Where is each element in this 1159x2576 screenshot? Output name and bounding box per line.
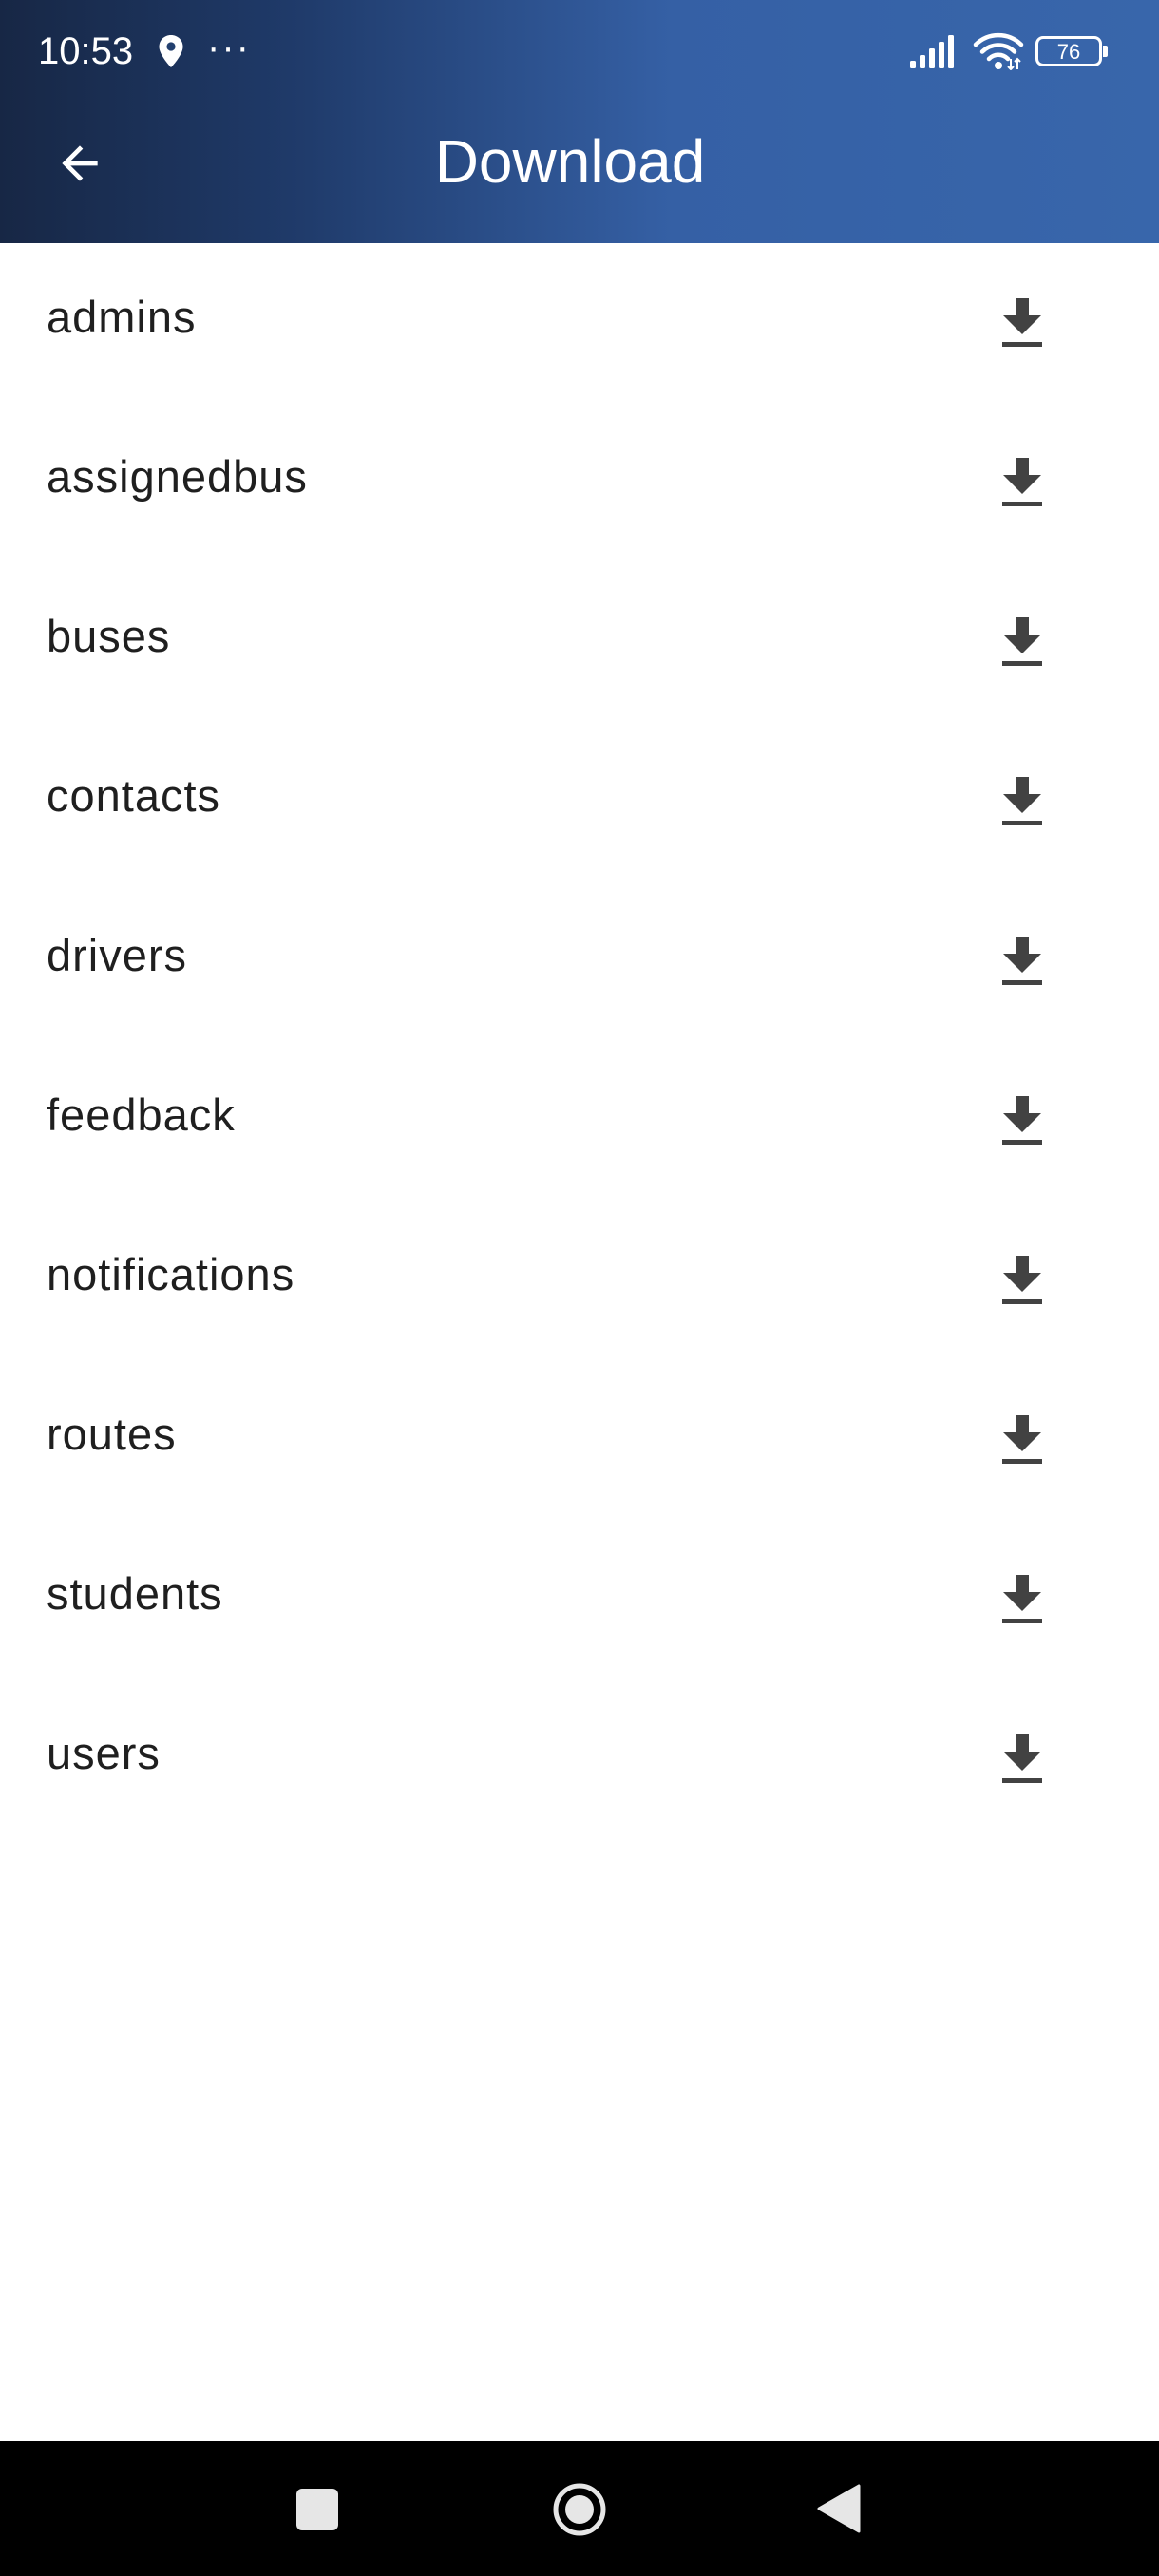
page-title: Download [434, 127, 706, 196]
download-button[interactable] [984, 1400, 1060, 1480]
download-icon [1002, 1415, 1042, 1464]
list-item-label: notifications [47, 1249, 295, 1299]
download-button[interactable] [984, 283, 1060, 363]
home-icon[interactable] [551, 2481, 608, 2538]
status-time: 10:53 [38, 30, 134, 72]
download-icon [1002, 617, 1042, 666]
recents-icon[interactable] [296, 2489, 338, 2530]
list-item-label: drivers [47, 930, 188, 980]
list-item-assignedbus[interactable]: assignedbus [0, 403, 1159, 562]
download-icon [1002, 1256, 1042, 1304]
download-button[interactable] [984, 1719, 1060, 1799]
download-button[interactable] [984, 921, 1060, 1001]
download-button[interactable] [984, 1081, 1060, 1161]
list-item-drivers[interactable]: drivers [0, 881, 1159, 1041]
download-icon [1002, 298, 1042, 347]
download-button[interactable] [984, 443, 1060, 522]
download-icon [1002, 1734, 1042, 1783]
system-nav-bar [0, 2441, 1159, 2576]
back-button[interactable] [40, 123, 120, 203]
download-icon [1002, 777, 1042, 825]
list-item-users[interactable]: users [0, 1679, 1159, 1839]
list-item-contacts[interactable]: contacts [0, 722, 1159, 881]
collection-list: admins assignedbus buses contacts drivers fee… [0, 243, 1159, 1839]
list-item-admins[interactable]: admins [0, 243, 1159, 403]
list-item-routes[interactable]: routes [0, 1360, 1159, 1520]
download-button[interactable] [984, 1241, 1060, 1320]
battery-level: 76 [1036, 36, 1102, 66]
list-item-label: admins [47, 292, 197, 342]
list-item-label: assignedbus [47, 451, 308, 502]
wifi-icon [973, 32, 1024, 71]
list-item-buses[interactable]: buses [0, 562, 1159, 722]
list-item-label: students [47, 1568, 223, 1619]
download-icon [1002, 1575, 1042, 1623]
battery-icon: 76 [1036, 34, 1110, 70]
list-item-label: buses [47, 611, 171, 661]
download-button[interactable] [984, 762, 1060, 842]
list-item-label: users [47, 1728, 161, 1778]
list-item-feedback[interactable]: feedback [0, 1041, 1159, 1201]
list-item-students[interactable]: students [0, 1520, 1159, 1679]
battery-tip [1103, 46, 1108, 57]
download-button[interactable] [984, 602, 1060, 682]
app-header: 10:53 ··· 76 Download [0, 0, 1159, 243]
signal-icon [910, 34, 961, 68]
download-button[interactable] [984, 1560, 1060, 1639]
download-icon [1002, 1096, 1042, 1145]
list-item-notifications[interactable]: notifications [0, 1201, 1159, 1360]
arrow-left-icon [62, 145, 98, 181]
list-item-label: contacts [47, 770, 221, 821]
list-item-label: feedback [47, 1089, 236, 1140]
more-notifications-icon: ··· [207, 27, 251, 68]
status-bar: 10:53 ··· 76 [0, 0, 1159, 106]
download-icon [1002, 937, 1042, 985]
location-icon [158, 34, 184, 68]
back-triangle-icon[interactable] [815, 2483, 863, 2534]
list-item-label: routes [47, 1409, 177, 1459]
download-icon [1002, 458, 1042, 506]
